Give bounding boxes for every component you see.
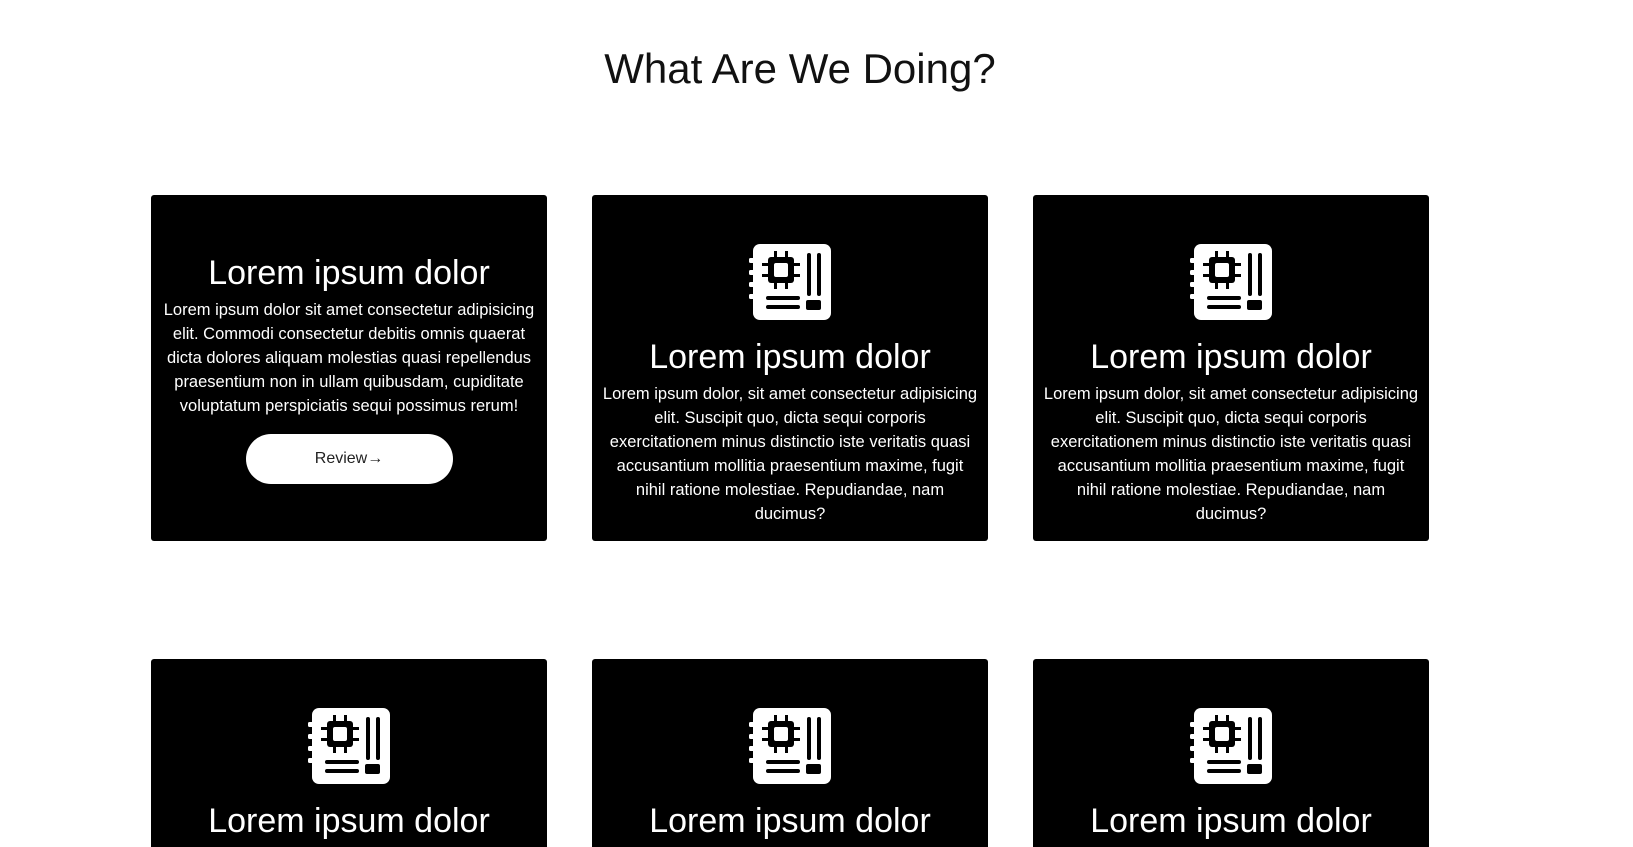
- circuit-board-icon: [308, 708, 390, 784]
- service-card[interactable]: Lorem ipsum dolor: [151, 659, 547, 847]
- card-title: Lorem ipsum dolor: [208, 254, 490, 292]
- service-card[interactable]: Lorem ipsum dolor Lorem ipsum dolor sit …: [151, 195, 547, 541]
- card-title: Lorem ipsum dolor: [1090, 338, 1372, 376]
- circuit-board-icon: [749, 708, 831, 784]
- circuit-board-icon: [749, 244, 831, 320]
- service-card[interactable]: Lorem ipsum dolor: [592, 659, 988, 847]
- circuit-board-icon: [1190, 708, 1272, 784]
- service-card[interactable]: Lorem ipsum dolor Lorem ipsum dolor, sit…: [1033, 195, 1429, 541]
- service-card[interactable]: Lorem ipsum dolor: [1033, 659, 1429, 847]
- services-page: What Are We Doing? Lorem ipsum dolor Lor…: [0, 0, 1633, 847]
- service-card[interactable]: Lorem ipsum dolor Lorem ipsum dolor, sit…: [592, 195, 988, 541]
- review-button[interactable]: Review→: [245, 434, 453, 484]
- card-title: Lorem ipsum dolor: [649, 802, 931, 840]
- card-description: Lorem ipsum dolor, sit amet consectetur …: [1043, 385, 1419, 523]
- card-title: Lorem ipsum dolor: [649, 338, 931, 376]
- section-title: What Are We Doing?: [604, 45, 996, 92]
- card-title: Lorem ipsum dolor: [208, 802, 490, 840]
- card-title: Lorem ipsum dolor: [1090, 802, 1372, 840]
- card-description: Lorem ipsum dolor sit amet consectetur a…: [163, 301, 535, 415]
- card-description: Lorem ipsum dolor, sit amet consectetur …: [602, 385, 978, 523]
- circuit-board-icon: [1190, 244, 1272, 320]
